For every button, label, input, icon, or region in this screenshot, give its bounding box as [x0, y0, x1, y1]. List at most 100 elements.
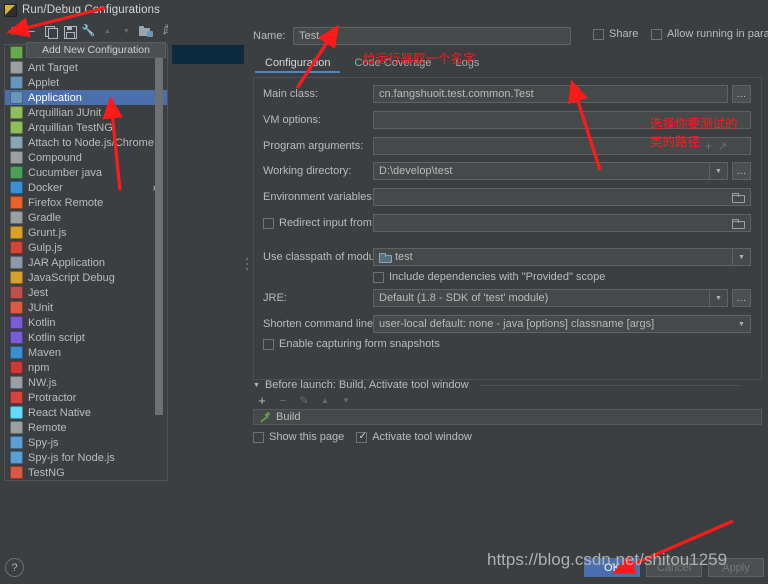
- config-list-item[interactable]: Ant Target: [5, 60, 167, 75]
- config-list-item[interactable]: JAR Application: [5, 255, 167, 270]
- before-launch-options: Show this page Activate tool window: [253, 431, 472, 443]
- compound-icon: [10, 151, 23, 164]
- config-list-item[interactable]: TestNG: [5, 465, 167, 480]
- jre-combo[interactable]: Default (1.8 - SDK of 'test' module) ▼: [373, 289, 728, 307]
- working-directory-browse-button[interactable]: ...: [732, 162, 751, 180]
- working-directory-label: Working directory:: [263, 165, 352, 177]
- remove-task-button[interactable]: −: [276, 393, 290, 408]
- classpath-module-combo[interactable]: test ▼: [373, 248, 751, 266]
- testng-icon: [10, 466, 23, 479]
- folder-icon[interactable]: [729, 215, 745, 231]
- remove-configuration-button[interactable]: [23, 23, 40, 40]
- config-list-item[interactable]: NW.js: [5, 375, 167, 390]
- activate-tool-window-checkbox[interactable]: [356, 431, 368, 443]
- capture-snapshots-checkbox[interactable]: [263, 338, 274, 350]
- config-list-item-label: Attach to Node.js/Chrome: [28, 136, 154, 149]
- program-arguments-actions[interactable]: + ↗: [705, 139, 727, 153]
- share-checkbox[interactable]: [593, 28, 604, 40]
- move-down-icon[interactable]: [118, 23, 135, 40]
- config-list-item[interactable]: Grunt.js: [5, 225, 167, 240]
- redirect-input-checkbox[interactable]: [263, 217, 274, 229]
- gear-icon[interactable]: [80, 23, 97, 40]
- config-list-item[interactable]: Tomcat Runner: [5, 480, 167, 481]
- config-list-item[interactable]: React Native: [5, 405, 167, 420]
- config-list-item[interactable]: Cucumber java: [5, 165, 167, 180]
- config-list-item[interactable]: Application: [5, 90, 167, 105]
- share-checkbox-row[interactable]: Share: [593, 28, 638, 40]
- config-list-item[interactable]: Kotlin script: [5, 330, 167, 345]
- before-launch-title: Before launch: Build, Activate tool wind…: [264, 379, 469, 391]
- config-list-item-label: Jest: [28, 286, 49, 299]
- working-directory-input[interactable]: D:\develop\test ▼: [373, 162, 728, 180]
- insert-macro-icon[interactable]: +: [705, 139, 712, 153]
- main-class-browse-button[interactable]: ...: [732, 85, 751, 103]
- configuration-toolbar: az: [0, 21, 244, 42]
- jre-browse-button[interactable]: ...: [732, 289, 751, 307]
- configuration-type-list[interactable]: Android JUnitAnt TargetAppletApplication…: [4, 44, 168, 481]
- before-launch-header[interactable]: ▼ Before launch: Build, Activate tool wi…: [253, 379, 740, 391]
- list-scrollbar-thumb[interactable]: [155, 45, 163, 415]
- config-list-item-label: TestNG: [28, 466, 65, 479]
- config-list-item-label: Spy-js: [28, 436, 59, 449]
- before-launch-task-row[interactable]: Build: [253, 409, 762, 425]
- sort-icon[interactable]: az: [156, 23, 173, 40]
- activate-tool-window-row[interactable]: Activate tool window: [356, 431, 472, 443]
- chevron-down-icon[interactable]: ▼: [733, 316, 750, 332]
- name-row: Name: Test: [253, 27, 571, 45]
- new-folder-icon[interactable]: [137, 23, 154, 40]
- shorten-command-line-combo[interactable]: user-local default: none - java [options…: [373, 315, 751, 333]
- show-this-page-row[interactable]: Show this page: [253, 431, 344, 443]
- folder-icon[interactable]: [729, 189, 745, 205]
- jar-icon: [10, 256, 23, 269]
- config-list-item[interactable]: Firefox Remote: [5, 195, 167, 210]
- config-list-item[interactable]: Arquillian TestNG: [5, 120, 167, 135]
- move-task-down-icon[interactable]: ▼: [339, 393, 353, 407]
- config-list-item[interactable]: Docker▶: [5, 180, 167, 195]
- collapse-caret-icon[interactable]: ▼: [253, 382, 260, 389]
- config-list-item[interactable]: Applet: [5, 75, 167, 90]
- environment-variables-input[interactable]: [373, 188, 751, 206]
- module-icon: [379, 253, 392, 263]
- name-input[interactable]: Test: [293, 27, 571, 45]
- config-list-item[interactable]: Arquillian JUnit: [5, 105, 167, 120]
- add-configuration-button[interactable]: [4, 23, 21, 40]
- config-list-item-label: Ant Target: [28, 61, 78, 74]
- chevron-down-icon[interactable]: ▼: [732, 249, 750, 265]
- expand-editor-icon[interactable]: ↗: [718, 140, 727, 153]
- move-up-icon[interactable]: [99, 23, 116, 40]
- tab-configuration[interactable]: Configuration: [253, 53, 342, 73]
- show-this-page-checkbox[interactable]: [253, 431, 264, 443]
- include-dependencies-checkbox[interactable]: [373, 271, 384, 283]
- config-list-item[interactable]: Attach to Node.js/Chrome: [5, 135, 167, 150]
- config-list-item[interactable]: Gulp.js: [5, 240, 167, 255]
- chevron-down-icon[interactable]: ▼: [709, 163, 727, 179]
- add-task-button[interactable]: +: [255, 393, 269, 408]
- config-list-item[interactable]: Compound: [5, 150, 167, 165]
- config-list-item[interactable]: Spy-js for Node.js: [5, 450, 167, 465]
- config-list-item[interactable]: JUnit: [5, 300, 167, 315]
- redirect-input-field[interactable]: [373, 214, 751, 232]
- save-configuration-icon[interactable]: [61, 23, 78, 40]
- help-button[interactable]: ?: [5, 558, 24, 577]
- config-list-item[interactable]: Jest: [5, 285, 167, 300]
- copy-configuration-icon[interactable]: [42, 23, 59, 40]
- config-list-item[interactable]: Kotlin: [5, 315, 167, 330]
- config-list-item[interactable]: Spy-js: [5, 435, 167, 450]
- main-class-input[interactable]: cn.fangshuoit.test.common.Test: [373, 85, 728, 103]
- move-task-up-icon[interactable]: ▲: [318, 393, 332, 407]
- config-list-item[interactable]: Gradle: [5, 210, 167, 225]
- parallel-checkbox-row[interactable]: Allow running in parallel: [651, 28, 768, 40]
- edit-task-icon[interactable]: ✎: [297, 393, 311, 407]
- config-list-item[interactable]: npm: [5, 360, 167, 375]
- config-list-item[interactable]: Maven: [5, 345, 167, 360]
- chevron-down-icon[interactable]: ▼: [709, 290, 727, 306]
- allow-parallel-checkbox[interactable]: [651, 28, 662, 40]
- config-list-item[interactable]: JavaScript Debug: [5, 270, 167, 285]
- include-dependencies-row[interactable]: Include dependencies with "Provided" sco…: [373, 271, 605, 283]
- annotation-name-hint: 给运行器取一个名字: [363, 52, 476, 66]
- maven-icon: [10, 346, 23, 359]
- config-list-item[interactable]: Remote: [5, 420, 167, 435]
- capture-snapshots-row[interactable]: Enable capturing form snapshots: [263, 338, 440, 350]
- activate-tool-window-label: Activate tool window: [372, 431, 472, 443]
- config-list-item[interactable]: Protractor: [5, 390, 167, 405]
